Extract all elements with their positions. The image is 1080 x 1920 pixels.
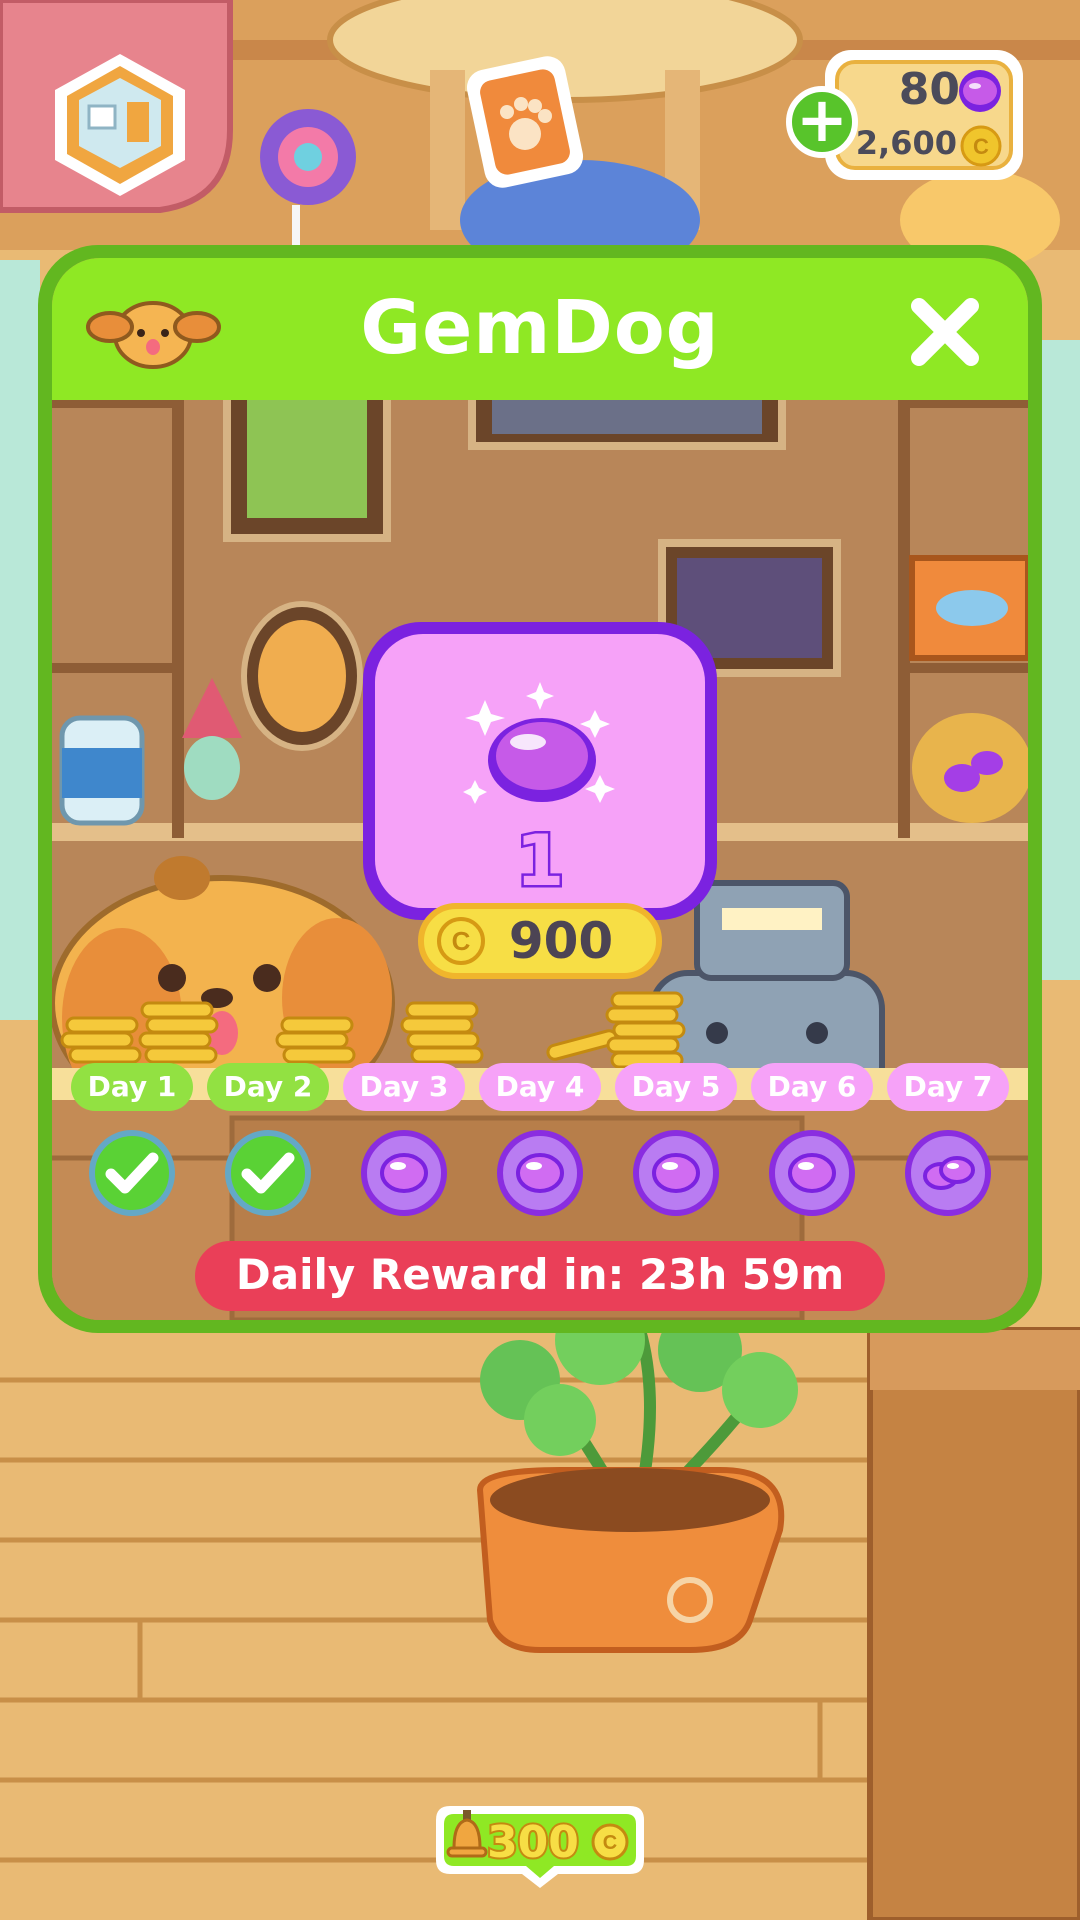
svg-text:C: C — [452, 926, 471, 956]
day-label-2: Day 2 — [207, 1063, 329, 1111]
reward-amount: 1 — [513, 818, 567, 905]
coin-count: 2,600 — [855, 124, 957, 162]
day-label-7: Day 7 — [887, 1063, 1009, 1111]
bottom-coin-amount: 300 — [485, 1815, 581, 1870]
gem-icon — [959, 70, 1001, 112]
close-icon[interactable] — [905, 292, 985, 372]
gem-icon — [463, 682, 615, 804]
paw-card-icon[interactable] — [465, 52, 585, 192]
day-3-gem-icon — [361, 1130, 447, 1216]
day-4-gem-icon — [497, 1130, 583, 1216]
svg-text:C: C — [603, 1832, 617, 1854]
add-currency-button[interactable]: + — [786, 86, 858, 158]
day-2-claimed-icon — [225, 1130, 311, 1216]
day-6-gem-icon — [769, 1130, 855, 1216]
modal-title: GemDog — [360, 285, 720, 371]
day-7-gems-icon — [905, 1130, 991, 1216]
day-label-5: Day 5 — [615, 1063, 737, 1111]
coin-icon: C — [437, 917, 485, 965]
day-label-3: Day 3 — [343, 1063, 465, 1111]
coin-icon: C — [591, 1823, 629, 1861]
room-button[interactable] — [45, 50, 195, 200]
day-label-1: Day 1 — [71, 1063, 193, 1111]
day-label-4: Day 4 — [479, 1063, 601, 1111]
coin-icon: C — [960, 125, 1002, 167]
day-1-claimed-icon — [89, 1130, 175, 1216]
price-label: 900 — [508, 912, 614, 970]
day-label-6: Day 6 — [751, 1063, 873, 1111]
daily-reward-timer-text: Daily Reward in: 23h 59m — [235, 1250, 845, 1299]
day-5-gem-icon — [633, 1130, 719, 1216]
svg-text:C: C — [973, 134, 989, 159]
gem-count: 80 — [898, 64, 960, 115]
